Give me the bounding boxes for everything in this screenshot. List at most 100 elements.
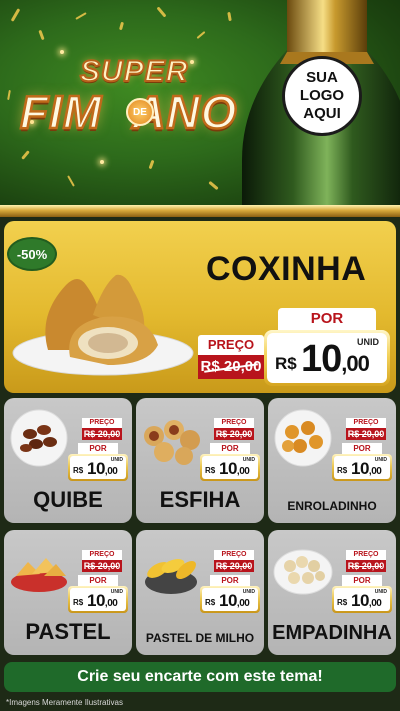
confetti [148, 159, 155, 170]
price-integer: 10 [351, 459, 369, 478]
price-decimal: ,00 [104, 598, 118, 609]
old-price: R$ 20,00 [82, 428, 122, 440]
confetti [7, 89, 11, 101]
preco-label: PREÇO [198, 335, 264, 355]
price-decimal: ,00 [236, 466, 250, 477]
confetti [67, 175, 75, 187]
confetti [227, 11, 232, 22]
price-integer: 10 [87, 459, 105, 478]
new-price-tag: POR UNID R$ 10,00 [200, 575, 260, 613]
create-flyer-button[interactable]: Crie seu encarte com este tema! [4, 662, 396, 692]
product-name: EMPADINHA [272, 622, 392, 644]
product-name: PASTEL [25, 619, 111, 644]
price-box: UNID R$ 10,00 [68, 586, 128, 613]
confetti [208, 180, 219, 191]
old-price: R$ 20,00 [82, 560, 122, 572]
new-price-tag: POR UNID R$ 10,00 [68, 443, 128, 481]
product-name: PASTEL DE MILHO [145, 631, 255, 645]
price-box: UNID R$ 10,00 [68, 454, 128, 481]
old-price: R$ 20,00 [198, 355, 264, 379]
old-price-tag: PREÇO R$ 20,00 [82, 550, 122, 572]
old-price-tag: PREÇO R$ 20,00 [82, 418, 122, 440]
sparkle [100, 160, 104, 164]
currency-symbol: R$ [205, 598, 216, 607]
price-value: 10,00 [351, 591, 382, 611]
preco-label: PREÇO [82, 418, 122, 428]
confetti [21, 150, 30, 160]
confetti [38, 29, 45, 41]
currency-symbol: R$ [275, 354, 297, 373]
price-box: UNID R$ 10,00 [332, 586, 392, 613]
product-card[interactable]: PREÇO R$ 20,00 POR UNID R$ 10,00 QUIBE [4, 398, 132, 523]
esfiha-image [144, 420, 200, 465]
new-price-tag: POR UNID R$ 10,00 [68, 575, 128, 613]
header-banner: SUPER FIM ANO DE SUA LOGO AQUI [0, 0, 400, 215]
logo-fim-word: FIM [19, 85, 103, 140]
price-decimal: ,00 [236, 598, 250, 609]
store-logo-line-3: AQUI [303, 105, 341, 122]
new-price-tag: POR UNID R$ 10,00 [264, 308, 390, 386]
store-logo-placeholder[interactable]: SUA LOGO AQUI [282, 56, 362, 136]
price-box: UNID R$ 10,00 [200, 454, 260, 481]
coxinha-image [12, 274, 194, 376]
old-price-tag: PREÇO R$ 20,00 [214, 418, 254, 440]
preco-label: PREÇO [214, 418, 254, 428]
product-card[interactable]: PREÇO R$ 20,00 POR UNID R$ 10,00 PASTEL [4, 530, 132, 655]
pastel-image [11, 558, 67, 592]
old-price: R$ 20,00 [346, 428, 386, 440]
product-card[interactable]: PREÇO R$ 20,00 POR UNID R$ 10,00 EMPADINHA [268, 530, 396, 655]
price-value: 10,00 [219, 591, 250, 611]
price-integer: 10 [301, 338, 342, 380]
price-integer: 10 [219, 591, 237, 610]
confetti [156, 6, 167, 18]
currency-symbol: R$ [337, 466, 348, 475]
currency-symbol: R$ [337, 598, 348, 607]
enroladinho-image [274, 409, 332, 467]
confetti [196, 31, 206, 39]
price-value: 10,00 [87, 459, 118, 479]
price-box: UNID R$ 10,00 [332, 454, 392, 481]
price-decimal: ,00 [104, 466, 118, 477]
por-label: POR [210, 443, 250, 454]
preco-label: PREÇO [82, 550, 122, 560]
quibe-image [10, 409, 68, 467]
preco-label: PREÇO [346, 550, 386, 560]
logo-de-badge: DE [126, 98, 154, 126]
confetti [119, 21, 124, 31]
old-price-tag: PREÇO R$ 20,00 [214, 550, 254, 572]
price-value: 10,00 [219, 459, 250, 479]
price-integer: 10 [351, 591, 369, 610]
empadinha-image [273, 549, 333, 595]
featured-product-name: COXINHA [206, 250, 367, 288]
new-price-tag: POR UNID R$ 10,00 [332, 443, 392, 481]
old-price-tag: PREÇO R$ 20,00 [346, 550, 386, 572]
product-card[interactable]: PREÇO R$ 20,00 POR UNID R$ 10,00 ENROLADINHO [268, 398, 396, 523]
old-price: R$ 20,00 [346, 560, 386, 572]
por-label: POR [78, 575, 118, 586]
super-fim-de-ano-logo: SUPER FIM ANO DE [18, 54, 258, 145]
confetti [10, 8, 21, 22]
product-name: ESFIHA [159, 487, 241, 512]
preco-label: PREÇO [346, 418, 386, 428]
currency-symbol: R$ [205, 466, 216, 475]
preco-label: PREÇO [214, 550, 254, 560]
por-label: POR [210, 575, 250, 586]
old-price: R$ 20,00 [214, 560, 254, 572]
price-value: 10,00 [87, 591, 118, 611]
confetti [75, 12, 87, 20]
sparkle [60, 50, 64, 54]
old-price-tag: PREÇO R$ 20,00 [198, 335, 264, 383]
store-logo-line-1: SUA [306, 69, 338, 86]
product-card[interactable]: PREÇO R$ 20,00 POR UNID R$ 10,00 ESFIHA [136, 398, 264, 523]
pastel-de-milho-image [145, 559, 197, 594]
por-label: POR [342, 443, 382, 454]
store-logo-line-2: LOGO [299, 87, 345, 104]
product-name: QUIBE [33, 487, 103, 512]
new-price-tag: POR UNID R$ 10,00 [332, 575, 392, 613]
product-card[interactable]: PREÇO R$ 20,00 POR UNID R$ 10,00 PASTEL DE MIL… [136, 530, 264, 655]
price-value: 10,00 [351, 459, 382, 479]
old-price-tag: PREÇO R$ 20,00 [346, 418, 386, 440]
price-value: 10,00 [301, 338, 370, 381]
logo-super-text: SUPER [79, 54, 189, 89]
price-decimal: ,00 [341, 351, 370, 376]
